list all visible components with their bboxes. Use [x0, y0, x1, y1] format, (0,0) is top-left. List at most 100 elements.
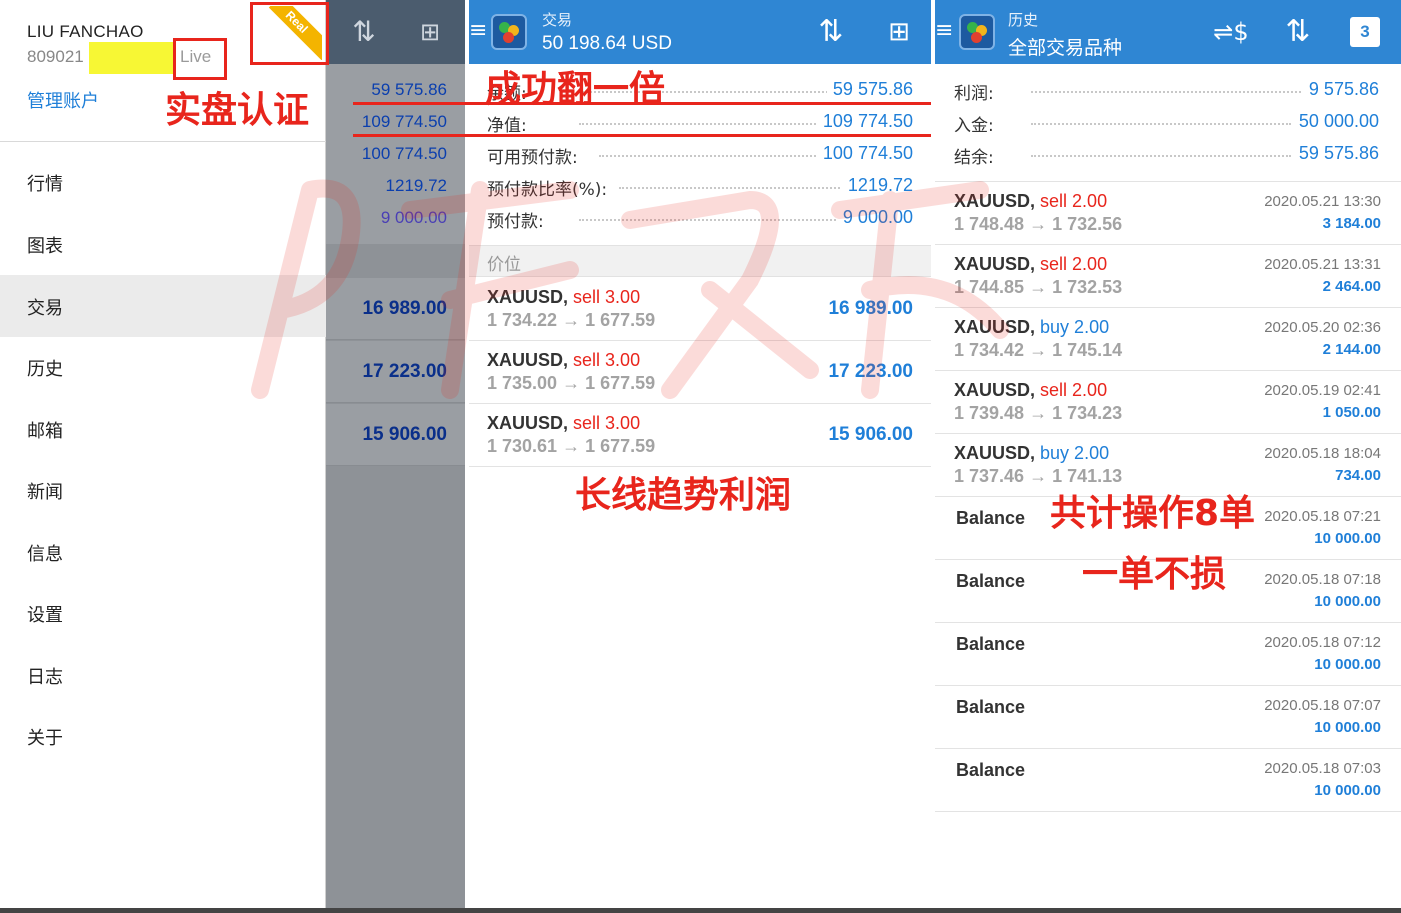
summary-label: 利润: [954, 79, 998, 104]
balance-amount: 10 000.00 [1314, 782, 1381, 799]
nav-label: 日志 [27, 667, 63, 688]
summary-label: 净值: [487, 111, 531, 136]
new-order-icon[interactable]: ⊞ [881, 14, 917, 50]
nav-label: 信息 [27, 544, 63, 565]
current-price: 1 677.59 [585, 373, 656, 393]
bottom-border [0, 908, 1401, 913]
bg-position-row: 15 906.00 [326, 404, 465, 466]
position-profit: 16 989.00 [828, 298, 913, 319]
sort-arrows-icon[interactable]: ⇅ [1280, 14, 1316, 50]
dot-leader [619, 181, 879, 189]
nav-item-history[interactable]: 历史 [0, 336, 326, 398]
balance-time: 2020.05.18 07:18 [1264, 571, 1381, 588]
trade-prices: 1 744.85 → 1 732.53 [954, 277, 1122, 298]
trade-prices: 1 739.48 → 1 734.23 [954, 403, 1122, 424]
summary-value: 1219.72 [841, 175, 913, 196]
menu-icon[interactable]: ≡ [469, 20, 487, 42]
nav-item-journal[interactable]: 日志 [0, 644, 326, 706]
nav-item-settings[interactable]: 设置 [0, 582, 326, 644]
position-symbol: XAUUSD, [487, 413, 569, 433]
nav-label: 行情 [27, 174, 63, 195]
summary-label: 结余: [954, 143, 998, 168]
trade-side: buy 2.00 [1040, 443, 1110, 463]
nav-item-trade[interactable]: 交易 [0, 275, 326, 337]
trade-profit: 734.00 [1335, 467, 1381, 484]
manage-accounts-link[interactable]: 管理账户 [27, 87, 99, 113]
trade-title: XAUUSD, sell 2.00 [954, 380, 1107, 401]
open-price: 1 735.00 [487, 373, 558, 393]
menu-icon[interactable]: ≡ [935, 20, 953, 42]
bg-free-margin: 100 774.50 [361, 144, 447, 163]
position-prices: 1 734.22 → 1 677.59 [487, 310, 655, 331]
dot-leader [579, 213, 879, 221]
history-balance-row[interactable]: Balance 2020.05.18 07:07 10 000.00 [935, 686, 1401, 749]
history-trade-row[interactable]: XAUUSD, sell 2.00 1 739.48 → 1 734.23 20… [935, 371, 1401, 434]
position-row[interactable]: XAUUSD, sell 3.00 1 735.00 → 1 677.59 17… [469, 341, 931, 404]
summary-value: 109 774.50 [816, 111, 913, 132]
nav-label: 邮箱 [27, 421, 63, 442]
sort-arrows-icon: ⇅ [352, 15, 376, 48]
trade-profit: 2 464.00 [1322, 278, 1381, 295]
toolbar: ≡ 交易 50 198.64 USD ⇅ ⊞ [469, 0, 931, 64]
toolbar: ≡ 历史 全部交易品种 ⇌$ ⇅ 3 [935, 0, 1401, 64]
toolbar-title: 50 198.64 USD [542, 33, 672, 54]
trade-time: 2020.05.20 02:36 [1264, 319, 1381, 336]
annotation-total-ops: 共计操作8单 [1050, 493, 1256, 534]
nav-item-charts[interactable]: 图表 [0, 213, 326, 275]
close-price: 1 741.13 [1052, 466, 1123, 486]
nav-item-about[interactable]: 关于 [0, 705, 326, 767]
nav-item-mailbox[interactable]: 邮箱 [0, 398, 326, 460]
arrow-right-icon: → [562, 310, 581, 330]
balance-time: 2020.05.18 07:21 [1264, 508, 1381, 525]
open-price: 1 737.46 [954, 466, 1025, 486]
history-balance-row[interactable]: Balance 2020.05.18 07:03 10 000.00 [935, 749, 1401, 812]
annotation-no-loss: 一单不损 [1082, 554, 1227, 595]
balance-label: Balance [956, 634, 1026, 654]
nav-item-news[interactable]: 新闻 [0, 459, 326, 521]
trade-prices: 1 734.42 → 1 745.14 [954, 340, 1122, 361]
summary-row-balance: 结余: 59 575.86 [935, 138, 1401, 170]
calendar-icon[interactable]: 3 [1350, 17, 1380, 47]
sort-arrows-icon[interactable]: ⇅ [813, 14, 849, 50]
close-price: 1 745.14 [1052, 340, 1123, 360]
position-side: sell 3.00 [573, 350, 641, 370]
trade-title: XAUUSD, sell 2.00 [954, 191, 1107, 212]
balance-time: 2020.05.18 07:12 [1264, 634, 1381, 651]
history-trade-row[interactable]: XAUUSD, buy 2.00 1 734.42 → 1 745.14 202… [935, 308, 1401, 371]
annotation-box [173, 38, 227, 80]
position-title: XAUUSD, sell 3.00 [487, 350, 640, 371]
position-row[interactable]: XAUUSD, sell 3.00 1 734.22 → 1 677.59 16… [469, 278, 931, 341]
history-trade-row[interactable]: XAUUSD, sell 2.00 1 748.48 → 1 732.56 20… [935, 182, 1401, 245]
dot-leader [1031, 149, 1291, 157]
trade-time: 2020.05.19 02:41 [1264, 382, 1381, 399]
balance-label: Balance [956, 508, 1026, 528]
arrow-right-icon: → [1029, 340, 1048, 360]
position-title: XAUUSD, sell 3.00 [487, 287, 640, 308]
balance-time: 2020.05.18 07:07 [1264, 697, 1381, 714]
calendar-badge: 3 [1360, 22, 1370, 41]
dot-leader [1031, 117, 1291, 125]
balance-label: Balance [956, 571, 1026, 591]
summary-label: 可用预付款: [487, 143, 582, 168]
drawer-menu: LIU FANCHAO 809021 Live 管理账户 行情 图表 交易 历史… [0, 0, 326, 913]
trade-side: buy 2.00 [1040, 317, 1110, 337]
balance-label: Balance [956, 760, 1026, 780]
nav-label: 新闻 [27, 482, 63, 503]
summary-row-free-margin: 可用预付款: 100 774.50 [469, 138, 931, 170]
trade-title: XAUUSD, buy 2.00 [954, 317, 1109, 338]
currency-exchange-icon[interactable]: ⇌$ [1213, 14, 1249, 50]
nav-item-messages[interactable]: 信息 [0, 521, 326, 583]
position-row[interactable]: XAUUSD, sell 3.00 1 730.61 → 1 677.59 15… [469, 404, 931, 467]
open-price: 1 744.85 [954, 277, 1025, 297]
summary-value: 9 575.86 [1302, 79, 1379, 100]
history-trade-row[interactable]: XAUUSD, sell 2.00 1 744.85 → 1 732.53 20… [935, 245, 1401, 308]
balance-amount: 10 000.00 [1314, 656, 1381, 673]
toolbar-subtitle: 交易 [542, 11, 573, 29]
balance-amount: 10 000.00 [1314, 530, 1381, 547]
summary-row-margin-level: 预付款比率(%): 1219.72 [469, 170, 931, 202]
history-balance-row[interactable]: Balance 2020.05.18 07:12 10 000.00 [935, 623, 1401, 686]
nav-item-quotes[interactable]: 行情 [0, 151, 326, 213]
summary-row-margin: 预付款: 9 000.00 [469, 202, 931, 234]
account-name: LIU FANCHAO [27, 22, 144, 41]
arrow-right-icon: → [1029, 466, 1048, 486]
